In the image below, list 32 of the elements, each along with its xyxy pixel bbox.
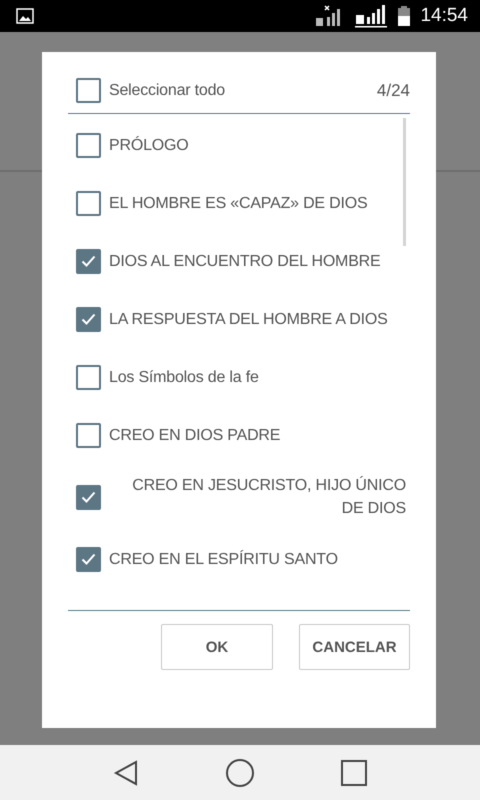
checkbox[interactable]: [76, 78, 101, 103]
checkbox[interactable]: [76, 132, 101, 158]
signal-icon: [354, 4, 388, 28]
chapter-label[interactable]: PRÓLOGO: [109, 134, 189, 156]
home-icon[interactable]: [224, 758, 255, 788]
chapter-label[interactable]: CREO EN DIOS PADRE: [109, 424, 280, 446]
checkbox[interactable]: [76, 364, 101, 390]
scrollbar[interactable]: [403, 118, 406, 246]
chapter-label[interactable]: Los Símbolos de la fe: [109, 366, 259, 388]
check-icon: [81, 313, 96, 325]
checkbox[interactable]: [76, 248, 101, 274]
select-all-label[interactable]: Seleccionar todo: [109, 79, 225, 102]
battery-icon: [398, 6, 410, 26]
checkbox[interactable]: [76, 422, 101, 448]
checkbox[interactable]: [76, 484, 101, 510]
check-icon: [81, 255, 96, 267]
chapter-label[interactable]: LA RESPUESTA DEL HOMBRE A DIOS: [109, 308, 388, 330]
chapter-label[interactable]: DIOS AL ENCUENTRO DEL HOMBRE: [109, 250, 380, 272]
clock-time: 14:54: [420, 5, 468, 27]
chapter-label[interactable]: EL HOMBRE ES «CAPAZ» DE DIOS: [109, 192, 368, 214]
selection-count: 4/24: [376, 80, 410, 100]
ok-button[interactable]: OK: [161, 624, 273, 670]
checkbox[interactable]: [76, 190, 101, 216]
checkbox[interactable]: [76, 546, 101, 572]
chapter-label[interactable]: CREO EN EL ESPÍRITU SANTO: [109, 548, 338, 570]
check-icon: [81, 491, 96, 503]
chapter-label[interactable]: CREO EN JESUCRISTO, HIJO ÚNICO DE DIOS: [109, 474, 406, 520]
cancel-button[interactable]: CANCELAR: [299, 624, 410, 670]
recent-apps-icon[interactable]: [340, 758, 368, 786]
check-icon: [81, 553, 96, 565]
image-icon: [16, 8, 34, 24]
checkbox[interactable]: [76, 306, 101, 332]
